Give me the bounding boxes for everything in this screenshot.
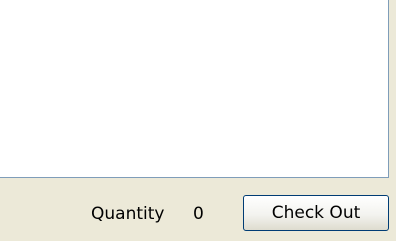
app-window: Quantity 0 Check Out <box>0 0 396 241</box>
quantity-value: 0 <box>193 204 204 224</box>
check-out-button[interactable]: Check Out <box>243 195 389 231</box>
content-panel[interactable] <box>0 0 389 178</box>
quantity-label: Quantity <box>91 204 165 224</box>
